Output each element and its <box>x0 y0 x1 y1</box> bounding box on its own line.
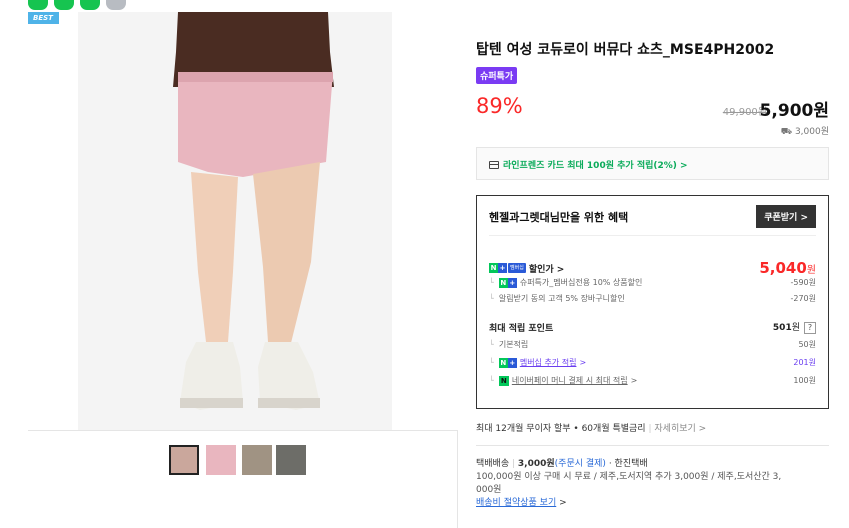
discount-item: N+슈퍼특가_멤버십전용 10% 상품할인 -590원 <box>489 277 816 288</box>
chevron-right-icon: > <box>559 498 567 508</box>
help-icon[interactable]: ? <box>804 322 816 334</box>
delivery-condition: 100,000원 이상 구매 시 무료 / 제주,도서지역 추가 3,000원 … <box>476 472 782 482</box>
points-item[interactable]: N네이버페이 머니 결제 시 최대 적립> 100원 <box>489 375 816 386</box>
membership-points-link[interactable]: 멤버십 추가 적립 <box>520 357 577 368</box>
model-photo-illustration <box>28 12 458 430</box>
delivery-fee-note: (주문시 결제) <box>554 459 606 469</box>
installment-more-link[interactable]: 자세히보기 > <box>654 424 706 434</box>
shipping-fee-value: 3,000원 <box>794 127 829 137</box>
chevron-right-icon: > <box>630 376 638 385</box>
product-main-image[interactable]: BEST <box>28 12 458 430</box>
discount-item-label: 슈퍼특가_멤버십전용 10% 상품할인 <box>519 278 643 287</box>
thumbnail-2[interactable] <box>206 445 236 475</box>
product-title: 탑텐 여성 코듀로이 버뮤다 쇼츠_MSE4PH2002 <box>476 42 775 58</box>
thumbnail-strip <box>28 430 458 528</box>
final-price: 5,900원 <box>759 101 829 121</box>
naver-pay-icon: N <box>498 375 509 386</box>
installment-text: 최대 12개월 무이자 할부 • 60개월 특별금리 <box>476 424 646 434</box>
points-item: 기본적립 50원 <box>489 339 816 350</box>
thumbnail-1[interactable] <box>169 445 199 475</box>
points-item-value: 100원 <box>793 376 816 385</box>
naver-pay-points-link[interactable]: 네이버페이 머니 결제 시 최대 적립 <box>512 375 628 386</box>
delivery-info: 택배배송 | 3,000원(주문시 결제) · 한진택배 100,000원 이상… <box>476 458 829 510</box>
gray-icon[interactable] <box>106 0 126 10</box>
discount-price-label: 할인가 > <box>528 264 565 275</box>
discount-price-value: 5,040원 <box>759 259 816 277</box>
divider <box>476 445 829 446</box>
discount-rate: 89% <box>476 94 523 118</box>
thumbnail-4[interactable] <box>276 445 306 475</box>
card-benefit-banner[interactable]: 라인프렌즈 카드 최대 100원 추가 적립(2%) > <box>476 147 829 180</box>
points-item-value: 201원 <box>793 358 816 367</box>
thumbnail-3[interactable] <box>242 445 272 475</box>
benefit-title: 헨젤과그렛대님만을 위한 혜택 <box>489 211 629 224</box>
chevron-right-icon: > <box>579 358 587 367</box>
points-item-label: 기본적립 <box>498 340 529 349</box>
best-badge: BEST <box>28 12 59 24</box>
installment-info: 최대 12개월 무이자 할부 • 60개월 특별금리 | 자세히보기 > <box>476 424 707 434</box>
courier: · 한진택배 <box>608 459 648 469</box>
naver-plus-icon: N + 멤버십 <box>489 263 526 273</box>
delivery-type: 택배배송 <box>476 459 510 469</box>
max-points-number: 501 <box>772 323 792 333</box>
naver-plus-icon: N+ <box>498 277 517 288</box>
max-points-unit: 원 <box>791 323 800 333</box>
points-item[interactable]: N+멤버십 추가 적립> 201원 <box>489 357 816 368</box>
max-points-label: 최대 적립 포인트 <box>489 323 554 334</box>
super-deal-badge: 슈퍼특가 <box>476 67 518 84</box>
membership-tag: 멤버십 <box>508 263 526 273</box>
discount-item-label: 알림받기 동의 고객 5% 장바구니할인 <box>498 294 625 303</box>
green-icon[interactable] <box>80 0 100 10</box>
credit-card-icon <box>489 161 499 169</box>
green-icon[interactable] <box>54 0 74 10</box>
discount-item-value: -590원 <box>790 278 816 287</box>
discount-price-unit: 원 <box>806 265 816 276</box>
top-icon-strip <box>28 0 126 10</box>
delivery-fee: 3,000원 <box>517 459 555 469</box>
shipping-fee: ⛟ 3,000원 <box>781 124 829 138</box>
green-icon[interactable] <box>28 0 48 10</box>
naver-plus-icon: N+ <box>498 357 517 368</box>
truck-icon: ⛟ <box>780 127 793 137</box>
delivery-condition-cont: 000원 <box>476 485 502 495</box>
points-item-value: 50원 <box>798 340 816 349</box>
discount-item-value: -270원 <box>790 294 816 303</box>
get-coupon-button[interactable]: 쿠폰받기 > <box>756 205 816 228</box>
member-benefit-box: 헨젤과그렛대님만을 위한 혜택 쿠폰받기 > N + 멤버십 할인가 > 5,040… <box>476 195 829 409</box>
divider <box>489 235 816 236</box>
card-benefit-text: 라인프렌즈 카드 최대 100원 추가 적립(2%) > <box>503 161 688 171</box>
max-points-value: 501원? <box>773 320 816 334</box>
discount-price-number: 5,040 <box>759 259 807 277</box>
discount-price-row[interactable]: N + 멤버십 할인가 > 5,040원 <box>489 259 816 277</box>
product-gallery: BEST <box>28 12 458 528</box>
discount-item: 알림받기 동의 고객 5% 장바구니할인 -270원 <box>489 293 816 304</box>
max-points-row: 최대 적립 포인트 501원? <box>489 320 816 334</box>
shipping-saver-link[interactable]: 배송비 절약상품 보기 <box>476 498 556 508</box>
